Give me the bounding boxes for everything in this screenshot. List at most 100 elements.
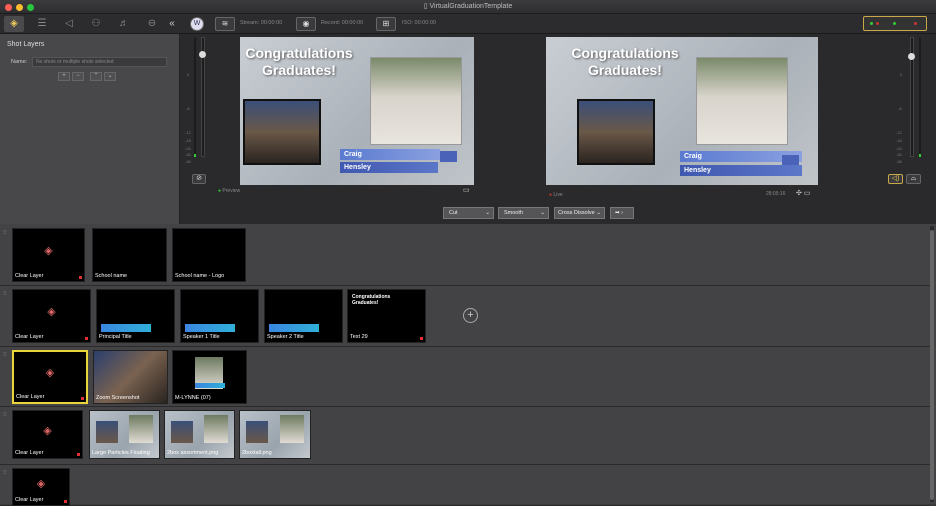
drag-handle-icon[interactable]: ⁝⁝ bbox=[3, 290, 9, 297]
media-tab-icon[interactable]: ♬ bbox=[114, 16, 134, 32]
preview-mute-button[interactable]: ⊘ bbox=[192, 174, 206, 184]
scroll-thumb[interactable] bbox=[930, 230, 934, 500]
shot-thumbnail[interactable]: School name bbox=[92, 228, 167, 282]
shot-label: 2box assortment.png bbox=[167, 450, 219, 456]
layer-row: ⁝⁝ ◈ Clear Layer Large Particles Floating 2b… bbox=[0, 408, 930, 465]
shot-thumbnail[interactable]: M-LYNNE (07) bbox=[172, 350, 247, 404]
shot-label: M-LYNNE (07) bbox=[175, 395, 211, 401]
live-indicator bbox=[420, 337, 423, 340]
shot-thumbnail[interactable]: Speaker 2 Title bbox=[264, 289, 343, 343]
meter-tick: -6 bbox=[898, 106, 902, 111]
drag-handle-icon[interactable]: ⁝⁝ bbox=[3, 229, 9, 236]
iso-button[interactable]: ⊞ bbox=[376, 17, 396, 31]
chevron-down-icon: ⌄ bbox=[485, 210, 490, 216]
shot-label: Clear Layer bbox=[15, 334, 44, 340]
drag-handle-icon[interactable]: ⁝⁝ bbox=[3, 351, 9, 358]
add-shot-button[interactable]: + bbox=[463, 308, 478, 323]
layers-icon: ◈ bbox=[45, 367, 55, 379]
properties-tab-icon[interactable]: ☰ bbox=[32, 16, 52, 32]
program-volume-slider[interactable] bbox=[908, 37, 915, 157]
close-button[interactable] bbox=[5, 4, 12, 11]
live-indicator bbox=[64, 500, 67, 503]
meter-tick: 0 bbox=[187, 72, 190, 77]
shot-thumbnail[interactable]: ◈ Clear Layer bbox=[12, 228, 85, 282]
preview-volume-slider[interactable] bbox=[199, 37, 206, 157]
layers-icon: ◈ bbox=[44, 244, 53, 257]
status-indicators[interactable] bbox=[863, 16, 927, 31]
move-up-button[interactable]: ⌃ bbox=[90, 72, 102, 81]
shot-thumbnail[interactable]: ◈ Clear Layer bbox=[12, 289, 91, 343]
smooth-dropdown[interactable]: Smooth ⌄ bbox=[498, 207, 549, 219]
name-field[interactable]: No shots or multiple shots selected bbox=[32, 57, 167, 67]
shot-label: Clear Layer bbox=[15, 450, 44, 456]
remove-button[interactable]: − bbox=[72, 72, 84, 81]
name-label: Name: bbox=[11, 59, 28, 65]
shot-thumbnail[interactable]: Principal Title bbox=[96, 289, 175, 343]
viewer-area: 0 -6 -12 -18 -24 -30 -36 ⊘ Congratulatio… bbox=[180, 34, 936, 224]
shot-thumbnail[interactable]: ◈ Clear Layer bbox=[12, 468, 70, 506]
photo-preview bbox=[204, 415, 228, 443]
move-down-button[interactable]: ⌄ bbox=[104, 72, 116, 81]
shot-thumbnail[interactable]: ◈ Clear Layer bbox=[12, 410, 83, 459]
shot-thumbnail[interactable]: 2box assortment.png bbox=[164, 410, 235, 459]
woman-photo bbox=[243, 99, 321, 165]
meter-tick: -36 bbox=[896, 159, 902, 164]
app-logo-icon: W bbox=[190, 17, 204, 31]
shot-thumbnail[interactable]: Zoom Screenshot bbox=[93, 350, 168, 404]
more-tab-icon[interactable]: ⊖ bbox=[142, 16, 162, 32]
audio-tab-icon[interactable]: ◁ bbox=[59, 16, 79, 32]
layers-tab-icon[interactable]: ◈ bbox=[4, 16, 24, 32]
shot-label: Clear Layer bbox=[16, 394, 45, 400]
cross-dissolve-dropdown[interactable]: Cross Dissolve ⌄ bbox=[554, 207, 605, 219]
record-button[interactable]: ◉ bbox=[296, 17, 316, 31]
photo-preview bbox=[129, 415, 153, 443]
drag-handle-icon[interactable]: ⁝⁝ bbox=[3, 469, 9, 476]
live-display-icon[interactable]: ✣ ▭ bbox=[796, 189, 810, 197]
shot-thumbnail[interactable]: ◈ Clear Layer bbox=[12, 350, 88, 404]
vertical-scrollbar[interactable] bbox=[930, 226, 934, 502]
live-monitor[interactable]: Congratulations Graduates! Craig Hensley bbox=[546, 37, 818, 185]
minimize-button[interactable] bbox=[16, 4, 23, 11]
live-indicator bbox=[79, 276, 82, 279]
shot-thumbnail[interactable]: Speaker 1 Title bbox=[180, 289, 259, 343]
zoom-button[interactable] bbox=[27, 4, 34, 11]
slider-knob[interactable] bbox=[199, 51, 206, 58]
man-photo bbox=[370, 57, 462, 145]
shot-label: School name bbox=[95, 273, 128, 279]
shot-label: Large Particles Floating bbox=[92, 450, 150, 456]
shot-thumbnail[interactable]: Congratulations Graduates! Text 29 bbox=[347, 289, 426, 343]
red-indicator-icon bbox=[876, 22, 879, 25]
lower-third-name1: Craig bbox=[340, 149, 440, 160]
shot-label: 2boxtall.png bbox=[242, 450, 272, 456]
person-tab-icon[interactable]: ⚇ bbox=[86, 16, 106, 32]
layers-icon: ◈ bbox=[43, 424, 52, 437]
meter-tick: -6 bbox=[186, 106, 190, 111]
speaker-button[interactable]: ◁) bbox=[888, 174, 903, 184]
drag-handle-icon[interactable]: ⁝⁝ bbox=[3, 411, 9, 418]
headphones-button[interactable]: ⌓ bbox=[906, 174, 921, 184]
meter-tick: -30 bbox=[896, 152, 902, 157]
preview-monitor[interactable]: Congratulations Graduates! Craig Hensley bbox=[240, 37, 474, 185]
shot-thumbnail[interactable]: 2boxtall.png bbox=[239, 410, 311, 459]
transition-go-button[interactable]: ➡ › bbox=[610, 207, 634, 219]
add-button[interactable]: + bbox=[58, 72, 70, 81]
cut-dropdown[interactable]: Cut ⌄ bbox=[443, 207, 494, 219]
cut-label: Cut bbox=[449, 210, 458, 216]
photo-preview bbox=[171, 421, 193, 443]
slider-knob[interactable] bbox=[908, 53, 915, 60]
panel-title: Shot Layers bbox=[7, 41, 45, 48]
shot-label: School name - Logo bbox=[175, 273, 225, 279]
record-timer: Record: 00:00:00 bbox=[321, 20, 364, 26]
toolbar: ◈ ☰ ◁ ⚇ ♬ ⊖ « W ≋ Stream: 00:00:00 ◉ Rec… bbox=[0, 14, 936, 34]
shot-label: Zoom Screenshot bbox=[96, 395, 140, 401]
shot-thumbnail[interactable]: Large Particles Floating bbox=[89, 410, 160, 459]
collapse-panel-icon[interactable]: « bbox=[162, 16, 182, 32]
display-icon[interactable]: ▭ bbox=[463, 186, 470, 194]
shot-thumbnail[interactable]: School name - Logo bbox=[172, 228, 246, 282]
shot-label: Clear Layer bbox=[15, 273, 44, 279]
text-caption: Congratulations Graduates! bbox=[352, 294, 391, 306]
woman-photo bbox=[577, 99, 655, 165]
stream-button[interactable]: ≋ bbox=[215, 17, 235, 31]
meter-tick: -30 bbox=[185, 152, 191, 157]
live-tag: ● Live bbox=[549, 192, 563, 198]
